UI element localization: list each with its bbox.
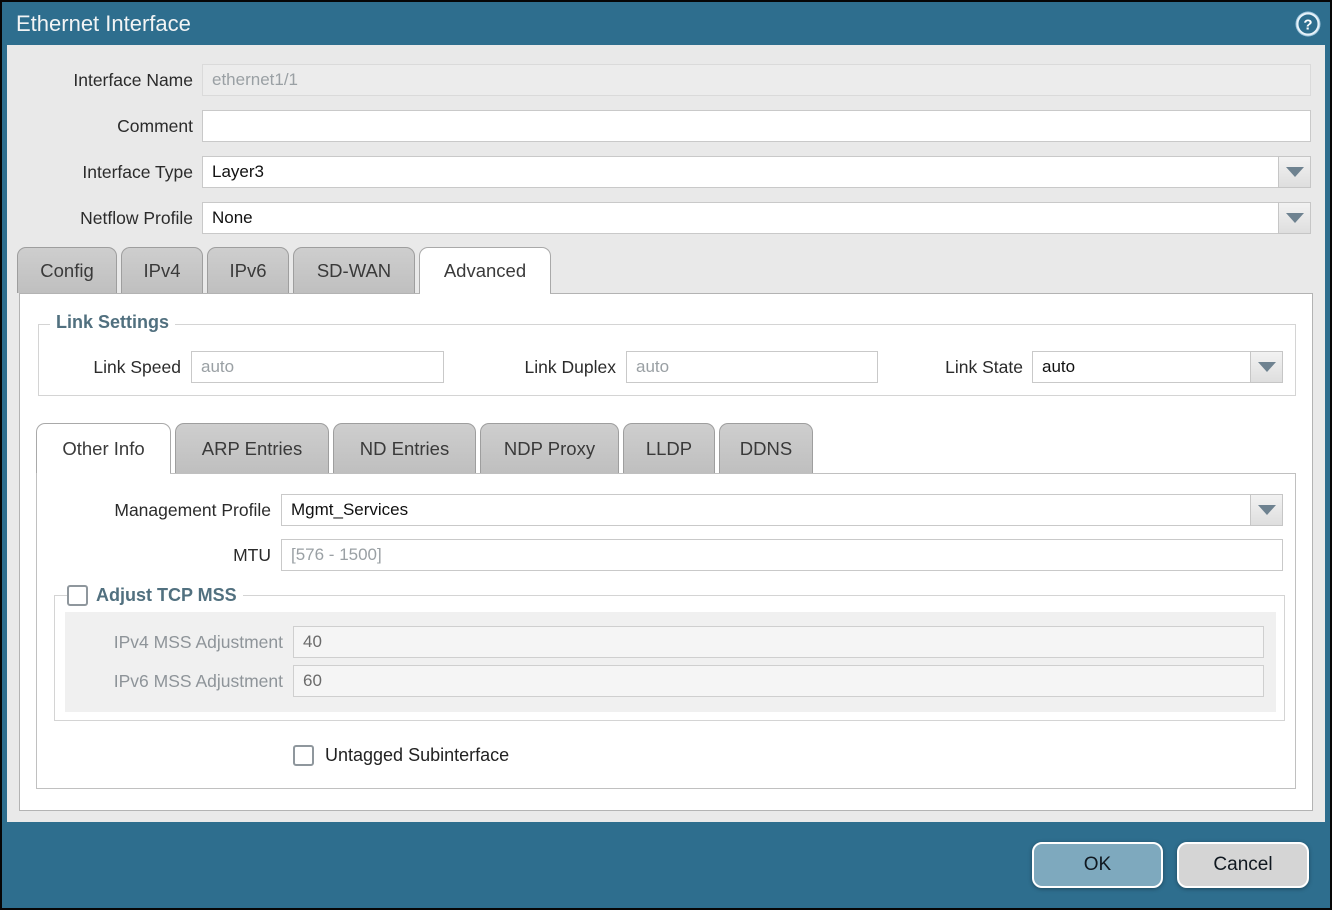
tab-ipv6[interactable]: IPv6 — [207, 247, 289, 293]
link-state-select[interactable] — [1032, 351, 1283, 383]
ethernet-interface-dialog: Ethernet Interface ? Interface Name Comm… — [0, 0, 1332, 910]
management-profile-select[interactable] — [281, 494, 1283, 526]
comment-field[interactable] — [202, 110, 1311, 142]
adjust-tcp-mss-label: Adjust TCP MSS — [88, 585, 243, 606]
netflow-profile-row: Netflow Profile — [7, 202, 1325, 234]
netflow-profile-label: Netflow Profile — [7, 208, 202, 229]
adjust-tcp-mss-checkbox[interactable] — [67, 585, 88, 606]
subtab-lldp[interactable]: LLDP — [623, 423, 715, 473]
advanced-tab-panel: Link Settings Link Speed Link Duplex Lin… — [19, 293, 1313, 811]
untagged-subinterface-checkbox[interactable] — [293, 745, 314, 766]
management-profile-value[interactable] — [281, 494, 1250, 526]
link-settings-fieldset: Link Settings Link Speed Link Duplex Lin… — [38, 324, 1296, 396]
mtu-row: MTU — [37, 539, 1295, 571]
adjust-tcp-mss-fieldset: Adjust TCP MSS IPv4 MSS Adjustment IPv6 … — [54, 595, 1285, 721]
help-icon[interactable]: ? — [1294, 10, 1322, 38]
interface-type-value[interactable] — [202, 156, 1278, 188]
link-state-value[interactable] — [1032, 351, 1250, 383]
chevron-down-icon[interactable] — [1250, 494, 1283, 526]
link-settings-legend: Link Settings — [50, 312, 175, 333]
subtab-ddns[interactable]: DDNS — [719, 423, 813, 473]
ipv4-mss-label: IPv4 MSS Adjustment — [65, 632, 293, 653]
mss-disabled-panel: IPv4 MSS Adjustment IPv6 MSS Adjustment — [65, 612, 1276, 712]
management-profile-row: Management Profile — [37, 494, 1295, 526]
ipv4-mss-row: IPv4 MSS Adjustment — [65, 626, 1264, 658]
adjust-tcp-mss-legend: Adjust TCP MSS — [67, 585, 243, 606]
comment-label: Comment — [7, 116, 202, 137]
interface-type-label: Interface Type — [7, 162, 202, 183]
svg-text:?: ? — [1303, 16, 1312, 33]
dialog-body: Interface Name Comment Interface Type Ne… — [7, 45, 1325, 822]
management-profile-label: Management Profile — [37, 500, 281, 521]
subtab-arp-entries[interactable]: ARP Entries — [175, 423, 329, 473]
subtab-ndp-proxy[interactable]: NDP Proxy — [480, 423, 619, 473]
chevron-down-icon[interactable] — [1278, 202, 1311, 234]
dialog-footer: OK Cancel — [2, 822, 1330, 908]
interface-type-row: Interface Type — [7, 156, 1325, 188]
dropdown-triangle-icon — [1286, 213, 1304, 223]
dialog-title: Ethernet Interface — [16, 11, 191, 37]
comment-row: Comment — [7, 110, 1325, 142]
dialog-titlebar: Ethernet Interface ? — [2, 2, 1330, 45]
ipv6-mss-field — [293, 665, 1264, 697]
link-speed-label: Link Speed — [39, 357, 191, 378]
link-speed-field[interactable] — [191, 351, 444, 383]
main-tabstrip: Config IPv4 IPv6 SD-WAN Advanced — [17, 247, 1325, 293]
mtu-label: MTU — [37, 545, 281, 566]
dropdown-triangle-icon — [1258, 505, 1276, 515]
ok-button[interactable]: OK — [1032, 842, 1163, 888]
link-duplex-label: Link Duplex — [486, 357, 626, 378]
interface-name-field — [202, 64, 1311, 96]
netflow-profile-select[interactable] — [202, 202, 1311, 234]
subtab-nd-entries[interactable]: ND Entries — [333, 423, 476, 473]
ipv4-mss-field — [293, 626, 1264, 658]
chevron-down-icon[interactable] — [1250, 351, 1283, 383]
interface-type-select[interactable] — [202, 156, 1311, 188]
tab-config[interactable]: Config — [17, 247, 117, 293]
interface-name-label: Interface Name — [7, 70, 202, 91]
link-state-label: Link State — [932, 357, 1032, 378]
untagged-subinterface-label: Untagged Subinterface — [314, 745, 509, 766]
interface-name-row: Interface Name — [7, 64, 1325, 96]
tab-ipv4[interactable]: IPv4 — [121, 247, 203, 293]
link-settings-row: Link Speed Link Duplex Link State — [39, 351, 1295, 383]
chevron-down-icon[interactable] — [1278, 156, 1311, 188]
other-info-panel: Management Profile MTU — [36, 473, 1296, 789]
ipv6-mss-row: IPv6 MSS Adjustment — [65, 665, 1264, 697]
subtab-other-info[interactable]: Other Info — [36, 423, 171, 473]
untagged-subinterface-row: Untagged Subinterface — [293, 745, 1295, 766]
dropdown-triangle-icon — [1286, 167, 1304, 177]
link-duplex-field[interactable] — [626, 351, 878, 383]
tab-advanced[interactable]: Advanced — [419, 247, 551, 293]
ipv6-mss-label: IPv6 MSS Adjustment — [65, 671, 293, 692]
netflow-profile-value[interactable] — [202, 202, 1278, 234]
mtu-field[interactable] — [281, 539, 1283, 571]
dropdown-triangle-icon — [1258, 362, 1276, 372]
sub-tabstrip: Other Info ARP Entries ND Entries NDP Pr… — [36, 423, 1312, 473]
cancel-button[interactable]: Cancel — [1177, 842, 1309, 888]
tab-sd-wan[interactable]: SD-WAN — [293, 247, 415, 293]
